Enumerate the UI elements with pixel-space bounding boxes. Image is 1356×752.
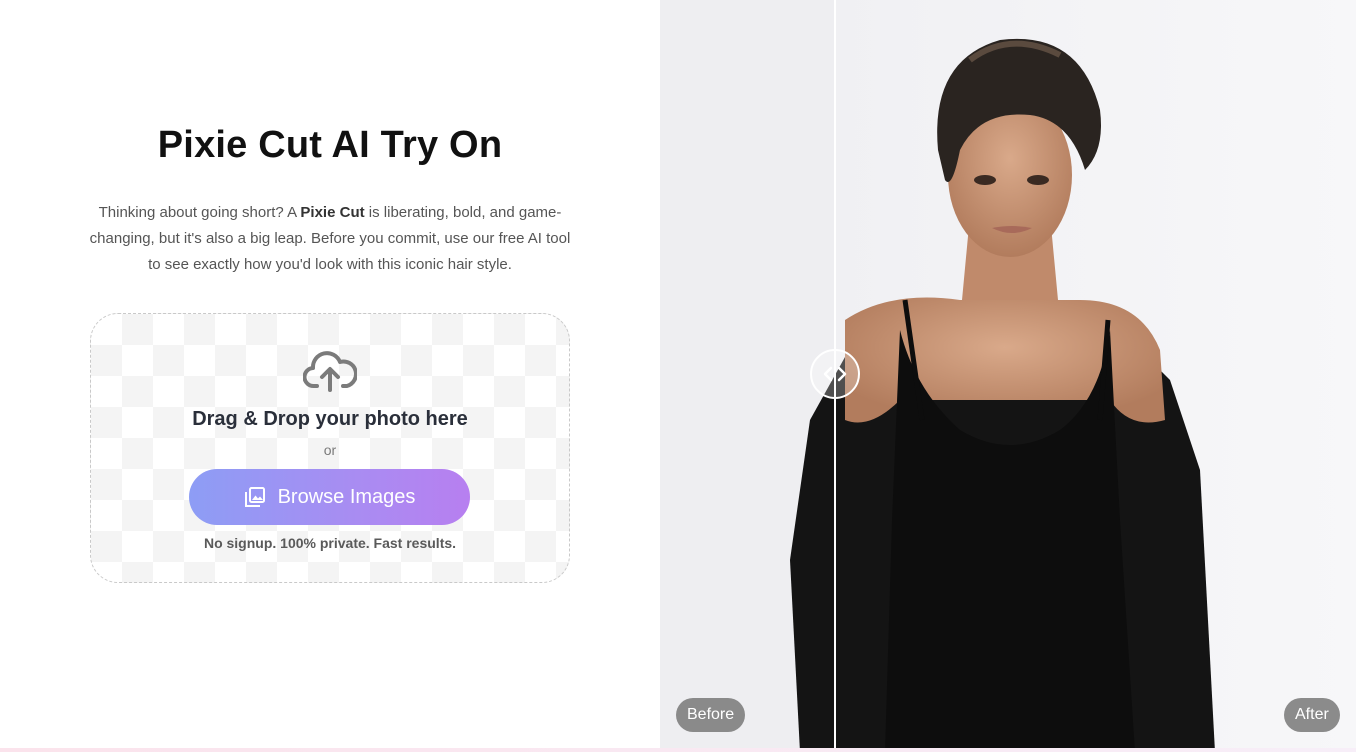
page: Pixie Cut AI Try On Thinking about going…: [0, 0, 1356, 752]
browse-images-label: Browse Images: [277, 485, 416, 508]
dropzone-title: Drag & Drop your photo here: [192, 408, 468, 430]
before-after-comparison[interactable]: Before After: [660, 0, 1356, 752]
before-pane: [660, 0, 835, 752]
before-photo: [660, 0, 835, 752]
comparison-slider-handle[interactable]: [810, 349, 860, 399]
page-title: Pixie Cut AI Try On: [157, 124, 503, 166]
hero-section: Pixie Cut AI Try On Thinking about going…: [0, 0, 660, 752]
dropzone-or-text: or: [323, 442, 337, 458]
intro-text: Thinking about going short? A Pixie Cut …: [88, 200, 572, 278]
left-right-arrows-icon: [823, 366, 847, 382]
cloud-upload-icon: [303, 351, 357, 392]
after-label: After: [1284, 698, 1340, 732]
intro-text-highlight: Pixie Cut: [300, 204, 365, 221]
bottom-accent-strip: [0, 748, 1356, 752]
image-gallery-icon: [244, 487, 265, 507]
browse-images-button[interactable]: Browse Images: [189, 469, 470, 525]
before-label: Before: [676, 698, 746, 732]
privacy-note: No signup. 100% private. Fast results.: [203, 535, 457, 551]
photo-dropzone[interactable]: Drag & Drop your photo here or Browse Im…: [90, 313, 570, 583]
intro-text-start: Thinking about going short? A: [98, 204, 301, 221]
